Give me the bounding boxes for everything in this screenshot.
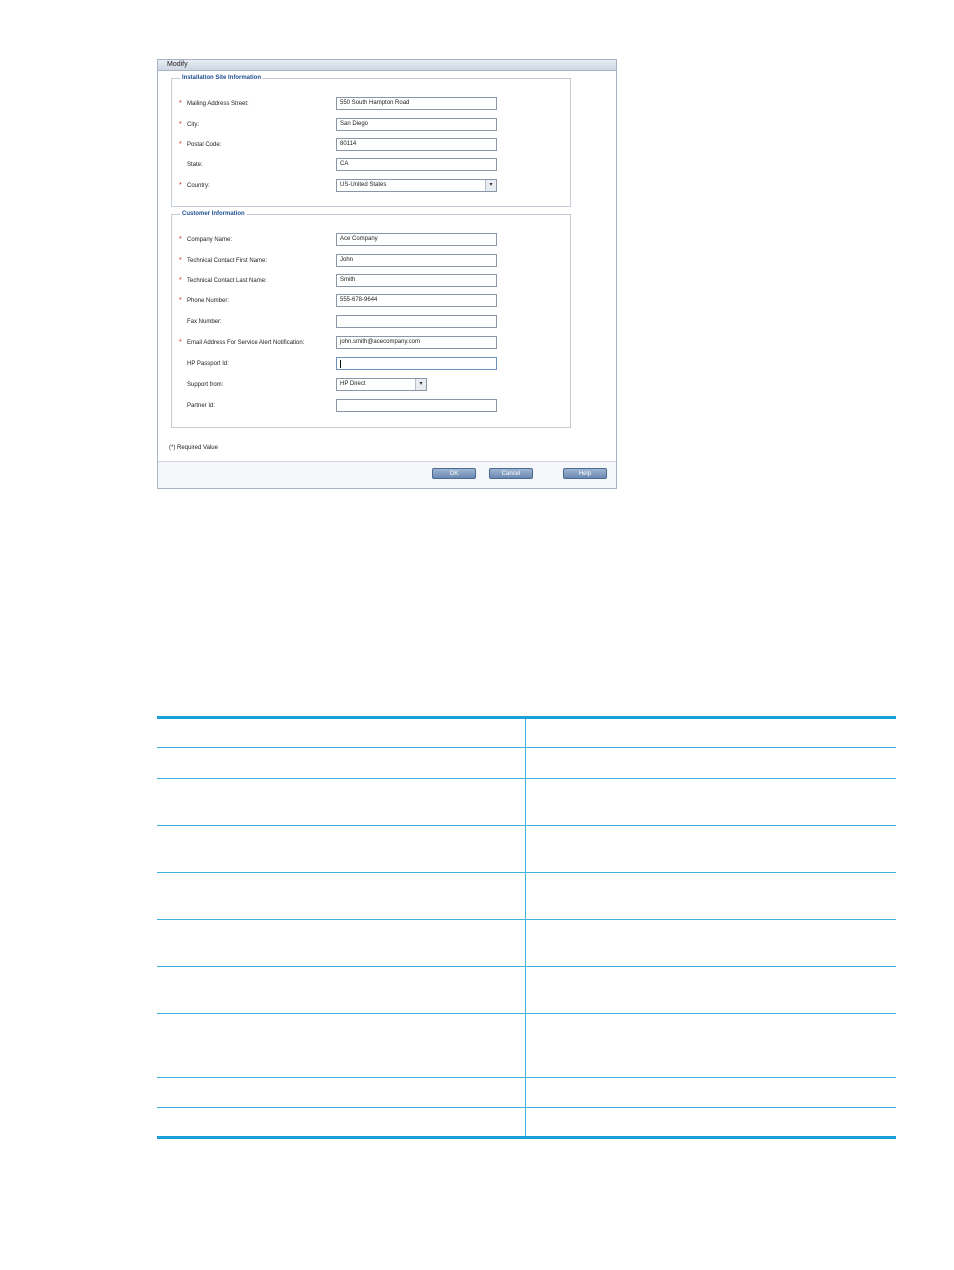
table-row xyxy=(157,919,896,967)
company-name-field[interactable]: Ace Company xyxy=(336,233,497,246)
phone-field[interactable]: 555-678-9644 xyxy=(336,294,497,307)
table-cell xyxy=(157,1107,526,1139)
table-cell xyxy=(525,966,896,1014)
required-marker: * xyxy=(179,182,182,189)
email-label: Email Address For Service Alert Notifica… xyxy=(187,340,305,346)
cancel-button[interactable]: Cancel xyxy=(489,468,533,479)
required-marker: * xyxy=(179,257,182,264)
table-cell xyxy=(525,1107,896,1139)
phone-label: Phone Number: xyxy=(187,298,230,304)
last-name-field[interactable]: Smith xyxy=(336,274,497,287)
table-cell xyxy=(525,919,896,967)
last-name-label: Technical Contact Last Name: xyxy=(187,278,267,284)
help-button[interactable]: Help xyxy=(563,468,607,479)
installation-site-legend: Installation Site Information xyxy=(182,75,262,81)
support-from-label: Support from: xyxy=(187,382,224,388)
modify-dialog: Modify Installation Site Information * M… xyxy=(157,59,617,489)
table-cell xyxy=(157,747,526,779)
ok-button[interactable]: OK xyxy=(432,468,476,479)
table-row xyxy=(157,747,896,779)
passport-id-field[interactable] xyxy=(336,357,497,370)
chevron-down-icon[interactable]: ▾ xyxy=(415,379,426,390)
table-cell xyxy=(157,919,526,967)
partner-id-label: Partner Id: xyxy=(187,403,216,409)
fax-label: Fax Number: xyxy=(187,319,222,325)
city-field[interactable]: San Diego xyxy=(336,118,497,131)
table-cell xyxy=(525,872,896,920)
state-field[interactable]: CA xyxy=(336,158,497,171)
dialog-titlebar: Modify xyxy=(158,60,616,71)
customer-info-legend: Customer Information xyxy=(182,211,245,217)
street-field[interactable]: 550 South Hampton Road xyxy=(336,97,497,110)
required-marker: * xyxy=(179,121,182,128)
chevron-down-icon[interactable]: ▾ xyxy=(485,180,496,191)
table-row xyxy=(157,1013,896,1078)
dialog-title: Modify xyxy=(167,61,188,68)
required-marker: * xyxy=(179,297,182,304)
country-value: US-United States xyxy=(340,182,387,188)
table-cell xyxy=(157,1077,526,1108)
table-row xyxy=(157,966,896,1014)
required-footnote: (*) Required Value xyxy=(169,445,218,451)
table-cell xyxy=(157,1013,526,1078)
required-marker: * xyxy=(179,236,182,243)
company-name-label: Company Name: xyxy=(187,237,233,243)
table-cell xyxy=(525,747,896,779)
table-cell xyxy=(525,1077,896,1108)
first-name-label: Technical Contact First Name: xyxy=(187,258,268,264)
required-marker: * xyxy=(179,141,182,148)
support-from-value: HP Direct xyxy=(340,381,366,387)
country-select[interactable]: US-United States ▾ xyxy=(336,179,497,192)
table-cell xyxy=(525,716,896,748)
state-label: State: xyxy=(187,162,203,168)
table-cell xyxy=(525,825,896,873)
postal-code-label: Postal Code: xyxy=(187,142,222,148)
support-from-select[interactable]: HP Direct ▾ xyxy=(336,378,427,391)
city-label: City: xyxy=(187,122,199,128)
table-cell xyxy=(157,716,526,748)
required-marker: * xyxy=(179,100,182,107)
table-row xyxy=(157,1107,896,1139)
first-name-field[interactable]: John xyxy=(336,254,497,267)
table-cell xyxy=(157,825,526,873)
table-cell xyxy=(157,966,526,1014)
passport-id-label: HP Passport Id: xyxy=(187,361,229,367)
postal-code-field[interactable]: 80114 xyxy=(336,138,497,151)
email-field[interactable]: john.smith@acecompany.com xyxy=(336,336,497,349)
table-row xyxy=(157,778,896,826)
table-header-row xyxy=(157,716,896,748)
table-cell xyxy=(525,778,896,826)
table-cell xyxy=(525,1013,896,1078)
table-cell xyxy=(157,872,526,920)
country-label: Country: xyxy=(187,183,210,189)
fax-field[interactable] xyxy=(336,315,497,328)
table-cell xyxy=(157,778,526,826)
dialog-footer: OK Cancel Help xyxy=(158,461,616,488)
table-row xyxy=(157,825,896,873)
partner-id-field[interactable] xyxy=(336,399,497,412)
required-marker: * xyxy=(179,277,182,284)
table-row xyxy=(157,872,896,920)
text-cursor xyxy=(340,360,341,368)
table-row xyxy=(157,1077,896,1108)
field-description-table xyxy=(157,716,896,1139)
required-marker: * xyxy=(179,339,182,346)
street-label: Mailing Address Street: xyxy=(187,101,249,107)
